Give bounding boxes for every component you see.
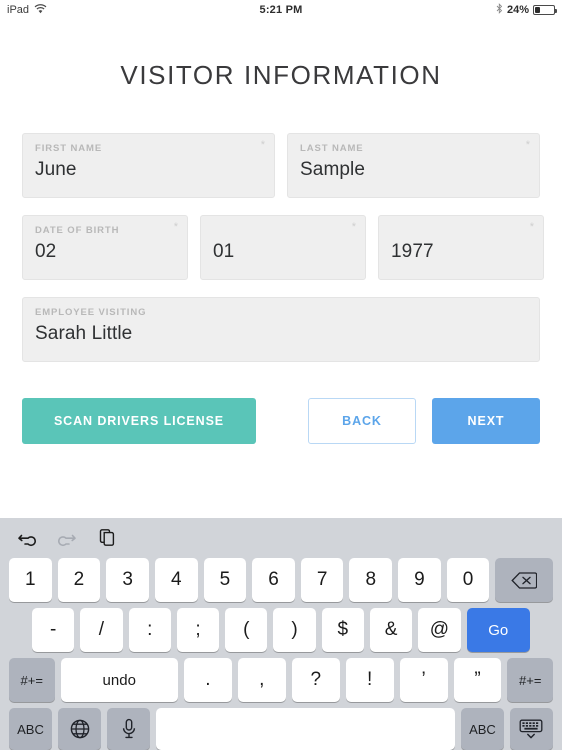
page-title: VISITOR INFORMATION [120,60,442,90]
field-first-name-value: June [35,159,77,180]
key-question[interactable]: ? [291,658,340,702]
field-employee-visiting[interactable]: EMPLOYEE VISITING Sarah Little [22,297,540,362]
date-of-birth-row: DATE OF BIRTH * 02 * 01 * 1977 [22,215,544,280]
key-3[interactable]: 3 [106,558,149,602]
key-semicolon[interactable]: ; [176,608,220,652]
key-paren-close[interactable]: ) [273,608,316,652]
field-last-name-label: LAST NAME [300,143,364,154]
visitor-information-form: VISITOR INFORMATION FIRST NAME * June LA… [0,60,562,558]
required-marker: * [351,221,356,233]
key-colon[interactable]: : [128,608,171,652]
symbols-modifier-right[interactable]: #+= [507,658,553,702]
keyboard-row-numbers: 1 2 3 4 5 6 7 8 9 0 [4,558,558,602]
bluetooth-icon [496,3,503,17]
status-bar-right: 24% [496,3,557,17]
field-employee-visiting-value: Sarah Little [35,323,133,344]
battery-icon [533,5,557,15]
keyboard-row-punctuation: #+= undo . , ? ! ’ ” #+= [4,658,558,702]
back-button[interactable]: BACK [308,398,416,444]
key-paren-open[interactable]: ( [225,608,268,652]
key-ampersand[interactable]: & [369,608,413,652]
key-4[interactable]: 4 [154,558,198,602]
key-5[interactable]: 5 [203,558,247,602]
field-dob-year-value: 1977 [391,241,434,262]
scan-drivers-license-button[interactable]: SCAN DRIVERS LICENSE [22,398,256,444]
key-at[interactable]: @ [418,608,461,652]
keyboard-row-symbols: - / : ; ( ) $ & @ Go [4,608,558,652]
keyboard-toolbar [4,518,558,558]
key-2[interactable]: 2 [57,558,101,602]
field-last-name[interactable]: LAST NAME * Sample [287,133,540,198]
form-actions: SCAN DRIVERS LICENSE BACK NEXT [22,398,540,444]
key-dollar[interactable]: $ [321,608,364,652]
field-dob-month[interactable]: DATE OF BIRTH * 02 [22,215,188,280]
required-marker: * [529,221,534,233]
name-row: FIRST NAME * June LAST NAME * Sample [22,133,540,198]
keyboard-row-bottom: ABC ABC [4,708,558,750]
key-0[interactable]: 0 [446,558,490,602]
paste-icon[interactable] [96,527,118,549]
redo-icon [56,527,78,549]
battery-percent: 24% [506,4,529,16]
on-screen-keyboard: 1 2 3 4 5 6 7 8 9 0 - / : ; ( ) $ & @ Go [0,518,562,750]
field-last-name-value: Sample [300,159,366,180]
undo-key[interactable]: undo [60,658,178,702]
field-employee-visiting-label: EMPLOYEE VISITING [35,307,147,318]
space-key[interactable] [156,708,455,750]
key-hyphen[interactable]: - [32,608,75,652]
required-marker: * [260,139,265,151]
abc-key-right[interactable]: ABC [460,708,504,750]
status-bar-clock: 5:21 PM [259,4,303,16]
key-period[interactable]: . [183,658,232,702]
field-first-name-label: FIRST NAME [35,143,103,154]
key-quote[interactable]: ” [453,658,502,702]
key-9[interactable]: 9 [398,558,441,602]
key-6[interactable]: 6 [252,558,295,602]
employee-visiting-row: EMPLOYEE VISITING Sarah Little [22,297,540,362]
required-marker: * [173,221,178,233]
field-dob-year[interactable]: * 1977 [378,215,544,280]
field-first-name[interactable]: FIRST NAME * June [22,133,275,198]
microphone-icon[interactable] [107,708,151,750]
key-exclamation[interactable]: ! [345,658,394,702]
field-dob-year-label [391,225,531,237]
field-dob-day-value: 01 [213,241,235,262]
hide-keyboard-icon[interactable] [509,708,553,750]
field-dob-day[interactable]: * 01 [200,215,366,280]
abc-key-left[interactable]: ABC [9,708,53,750]
required-marker: * [525,139,530,151]
key-slash[interactable]: / [80,608,123,652]
go-key[interactable]: Go [466,608,530,652]
field-dob-label: DATE OF BIRTH [35,225,120,236]
next-button[interactable]: NEXT [432,398,540,444]
undo-icon[interactable] [16,527,38,549]
status-bar: iPad 5:21 PM 24% [0,0,562,20]
key-7[interactable]: 7 [300,558,344,602]
key-comma[interactable]: , [237,658,286,702]
key-1[interactable]: 1 [9,558,52,602]
globe-icon[interactable] [58,708,102,750]
field-dob-month-value: 02 [35,241,57,262]
key-apostrophe[interactable]: ’ [399,658,448,702]
symbols-modifier-left[interactable]: #+= [9,658,55,702]
field-dob-day-label [213,225,353,237]
backspace-icon[interactable] [495,558,553,602]
key-8[interactable]: 8 [349,558,393,602]
